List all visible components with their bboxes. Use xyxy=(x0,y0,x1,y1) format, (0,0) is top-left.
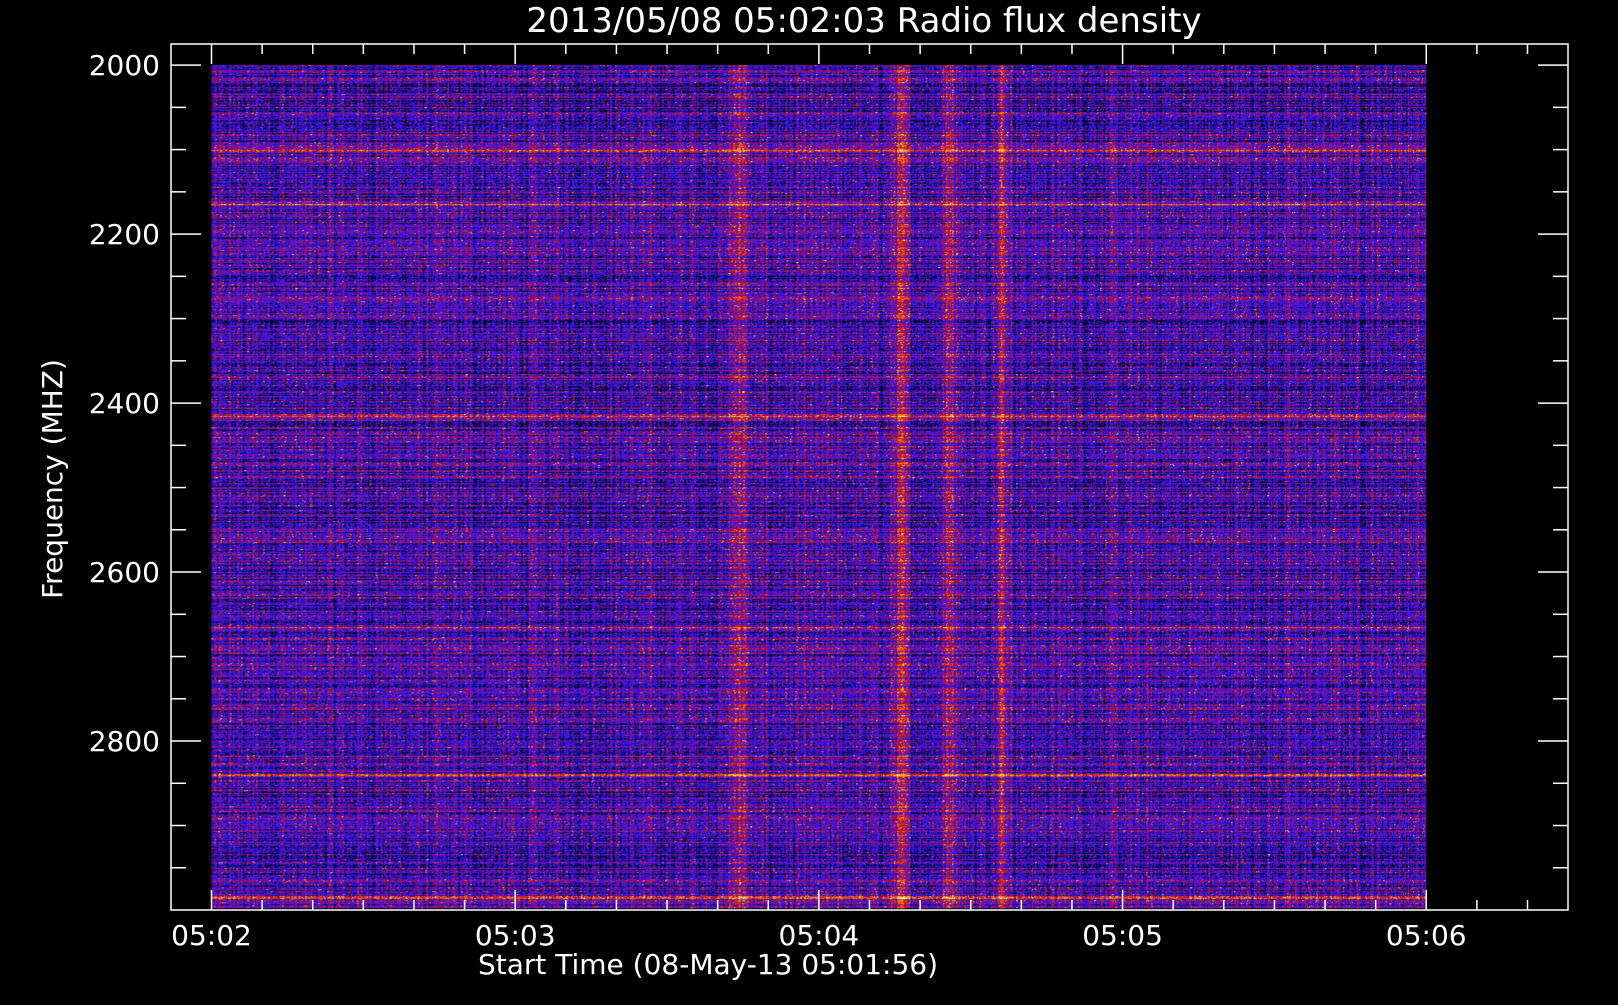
x-tick-label: 05:05 xyxy=(1082,919,1163,952)
x-axis-label: Start Time (08-May-13 05:01:56) xyxy=(478,948,938,981)
y-tick-label: 2200 xyxy=(89,218,160,251)
y-tick-label: 2600 xyxy=(89,556,160,589)
y-tick-label: 2000 xyxy=(89,49,160,82)
heatmap-image xyxy=(211,65,1427,909)
x-tick-label: 05:02 xyxy=(171,919,252,952)
y-tick-label: 2400 xyxy=(89,387,160,420)
spectrogram-chart: 2013/05/08 05:02:03 Radio flux density 0… xyxy=(0,0,1618,1000)
chart-svg: 2013/05/08 05:02:03 Radio flux density 0… xyxy=(0,0,1618,1000)
heatmap xyxy=(211,65,1427,909)
chart-title: 2013/05/08 05:02:03 Radio flux density xyxy=(526,1,1201,41)
y-axis-label: Frequency (MHZ) xyxy=(36,359,69,599)
x-tick-label: 05:06 xyxy=(1386,919,1467,952)
y-tick-label: 2800 xyxy=(89,725,160,758)
